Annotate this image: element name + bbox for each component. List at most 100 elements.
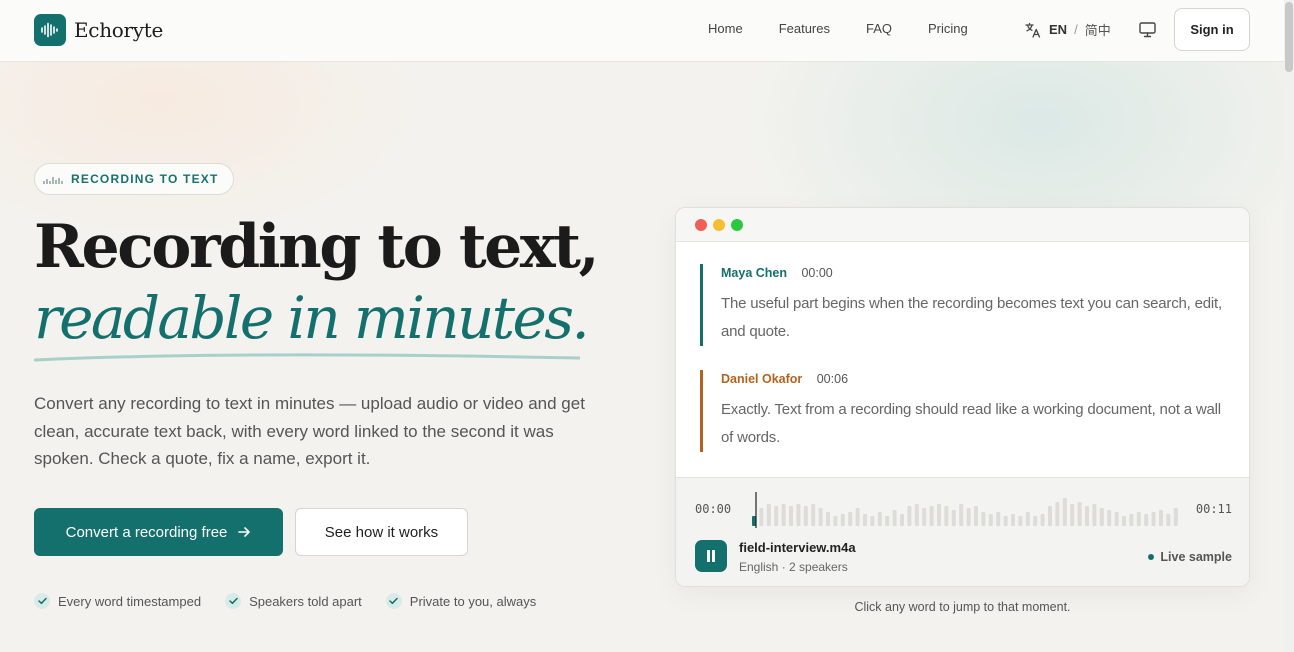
- waveform-bar: [1099, 508, 1104, 526]
- nav-link-home[interactable]: Home: [708, 21, 743, 36]
- top-nav: Echoryte Home Features FAQ Pricing EN / …: [0, 0, 1284, 62]
- eyebrow-label: RECORDING TO TEXT: [71, 172, 219, 186]
- waveform-bar: [981, 512, 986, 526]
- waveform-bar: [789, 506, 793, 526]
- turn-text[interactable]: The useful part begins when the recordin…: [721, 290, 1231, 346]
- waveform-bar: [1092, 504, 1097, 526]
- waveform-bar: [959, 504, 964, 526]
- window-close-dot: [695, 218, 707, 231]
- waveform-bar: [892, 510, 897, 526]
- pause-icon: [707, 550, 715, 562]
- waveform-bar: [974, 506, 978, 526]
- waveform-bar: [796, 504, 801, 526]
- hero-title: Recording to text,: [34, 212, 600, 282]
- theme-toggle-button[interactable]: [1138, 20, 1157, 44]
- waveform-bar: [1151, 512, 1156, 526]
- scrollbar-thumb[interactable]: [1285, 2, 1293, 72]
- see-how-it-works-button[interactable]: See how it works: [295, 508, 468, 556]
- transcript-turn[interactable]: Daniel Okafor 00:06 Exactly. Text from a…: [700, 370, 1231, 452]
- nav-links: Home Features FAQ Pricing: [708, 21, 968, 36]
- check-item: Speakers told apart: [225, 593, 362, 609]
- waveform-bar: [1129, 514, 1134, 526]
- live-sample-label: Live sample: [1160, 550, 1232, 564]
- waveform-bar: [951, 510, 956, 526]
- waveform-bar: [1159, 510, 1163, 526]
- live-sample-indicator: Live sample: [1148, 550, 1232, 564]
- time-end: 00:11: [1195, 502, 1232, 516]
- waveform-bar: [774, 506, 779, 526]
- waveform-bar: [1070, 504, 1075, 526]
- waveform-bar: [944, 506, 949, 526]
- waveform-bar: [914, 504, 919, 526]
- waveform-bar: [1025, 512, 1030, 526]
- waveform-bar: [929, 506, 934, 526]
- window-titlebar: [676, 208, 1249, 242]
- brand-name: Echoryte: [74, 18, 164, 42]
- waveform-bar: [1018, 516, 1023, 526]
- demo-hint: Click any word to jump to that moment.: [854, 600, 1071, 614]
- turn-timestamp[interactable]: 00:06: [817, 372, 848, 386]
- title-underline-decoration: [34, 353, 580, 362]
- waveform-bar: [848, 512, 853, 526]
- convert-recording-label: Convert a recording free: [65, 523, 228, 541]
- waveform-bar: [870, 516, 875, 526]
- waveform-bar: [1107, 510, 1112, 526]
- nav-link-faq[interactable]: FAQ: [866, 21, 892, 36]
- waveform-scrubber[interactable]: [744, 492, 1184, 528]
- waveform-bar: [1077, 502, 1082, 526]
- waveform-bar: [907, 506, 912, 526]
- transcript-turn[interactable]: Maya Chen 00:00 The useful part begins w…: [700, 264, 1231, 346]
- nav-link-features[interactable]: Features: [779, 21, 830, 36]
- waveform-bar: [759, 508, 764, 526]
- hero-description: Convert any recording to text in minutes…: [34, 394, 585, 468]
- waveform-bar: [863, 514, 867, 526]
- waveform-bar: [803, 506, 808, 526]
- translate-icon: [1025, 22, 1041, 38]
- time-start: 00:00: [695, 502, 732, 516]
- check-label: Private to you, always: [409, 593, 537, 609]
- waveform-bar: [996, 512, 1001, 526]
- sign-in-button[interactable]: Sign in: [1174, 8, 1250, 51]
- convert-recording-button[interactable]: Convert a recording free: [34, 508, 283, 556]
- waveform-bar: [1085, 506, 1089, 526]
- brand-logo[interactable]: Echoryte: [34, 14, 163, 46]
- waveform-bar: [1166, 514, 1171, 526]
- waveform-bar: [1040, 514, 1045, 526]
- check-label: Every word timestamped: [58, 593, 202, 609]
- nav-link-pricing[interactable]: Pricing: [928, 21, 968, 36]
- waveform-icon: [43, 177, 63, 184]
- window-maximize-dot: [731, 218, 743, 231]
- waveform-bar: [1033, 516, 1038, 526]
- window-minimize-dot: [713, 218, 725, 231]
- waveform-bar: [1173, 508, 1178, 526]
- pause-button[interactable]: [695, 540, 727, 572]
- eyebrow-badge: RECORDING TO TEXT: [34, 163, 234, 195]
- check-item: Private to you, always: [385, 593, 537, 609]
- speaker-name: Maya Chen: [721, 266, 787, 280]
- waveform-logo-icon: [34, 14, 66, 46]
- monitor-icon: [1139, 22, 1156, 38]
- waveform-bar: [885, 516, 890, 526]
- audio-player: 00:00 00:11 field-interview.m4a English …: [676, 477, 1249, 586]
- waveform-bar: [781, 504, 786, 526]
- check-item: Every word timestamped: [34, 593, 201, 609]
- waveform-bar: [811, 504, 816, 526]
- hero-title-accent: readable in minutes.: [34, 284, 590, 352]
- waveform-bar: [833, 516, 838, 526]
- waveform-bar: [818, 508, 823, 526]
- turn-timestamp[interactable]: 00:00: [801, 266, 832, 280]
- waveform-bar: [826, 512, 830, 526]
- lang-separator: /: [1074, 22, 1078, 37]
- lang-option-en[interactable]: EN: [1049, 22, 1067, 37]
- file-meta: English · 2 speakers: [739, 560, 848, 574]
- waveform-bar: [840, 514, 845, 526]
- waveform-bar: [922, 508, 927, 526]
- waveform-bar: [766, 504, 771, 526]
- waveform-bar: [966, 508, 971, 526]
- lang-option-zh[interactable]: 简中: [1085, 20, 1111, 39]
- page-scrollbar[interactable]: [1284, 0, 1294, 652]
- waveform-bar: [1048, 506, 1052, 526]
- turn-text[interactable]: Exactly. Text from a recording should re…: [721, 396, 1231, 452]
- waveform-bar: [1144, 514, 1149, 526]
- language-switcher[interactable]: EN / 简中: [1024, 20, 1111, 39]
